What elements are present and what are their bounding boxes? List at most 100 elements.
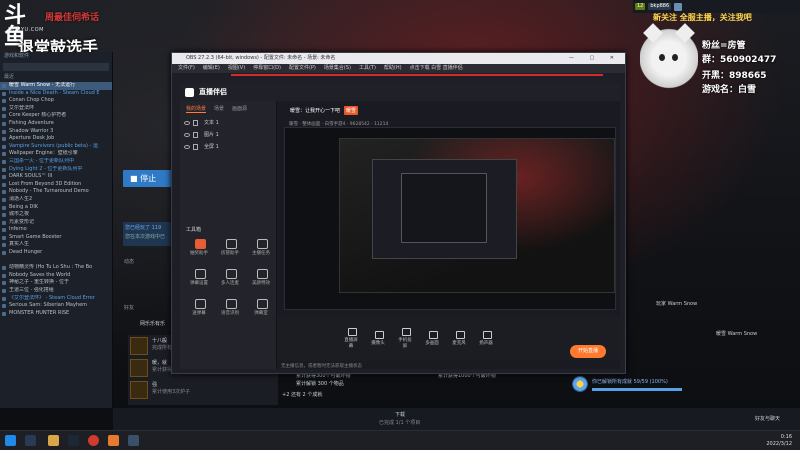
- banner-text: 周最佳伺希话: [45, 13, 100, 23]
- friends-chat-button[interactable]: 好友与聊天: [755, 415, 780, 422]
- right-list-2[interactable]: 暖雪 Warm Snow: [716, 330, 757, 337]
- tool-button[interactable]: 抽奖助手: [184, 236, 214, 262]
- game-icon: [2, 311, 6, 316]
- tool-button[interactable]: 美颜特效: [246, 266, 276, 292]
- steam-icon[interactable]: [68, 435, 79, 446]
- sidebar-game-item[interactable]: Lost From Beyond 3D Edition: [0, 181, 112, 189]
- achievement-progress-text: 你已解锁所有成就 59/59 (100%): [592, 379, 668, 385]
- friend-title[interactable]: 网乐乐有乐: [140, 320, 165, 327]
- sidebar-game-item[interactable]: 艾尔登法环: [0, 105, 112, 113]
- sidebar-game-item[interactable]: Shadow Warrior 3: [0, 128, 112, 136]
- user-name[interactable]: bkp886: [648, 3, 672, 10]
- sidebar-game-item[interactable]: 《艾尔登法环》 - Steam Cloud Error: [0, 295, 112, 303]
- scene-item[interactable]: 全屏 1: [180, 141, 276, 153]
- sidebar-game-item[interactable]: 真实人生: [0, 241, 112, 249]
- sidebar-game-item[interactable]: MONSTER HUNTER RISE: [0, 310, 112, 318]
- right-list-1[interactable]: 玩家 Warm Snow: [656, 300, 697, 307]
- sidebar-game-item[interactable]: Fishing Adventure: [0, 120, 112, 128]
- sidebar-game-item[interactable]: Wallpaper Engine：壁纸引擎: [0, 150, 112, 158]
- tool-button[interactable]: 主播任务: [246, 236, 276, 262]
- tab-my-scenes[interactable]: 我的场景: [186, 105, 207, 113]
- achievement-badge-icon: [572, 376, 588, 392]
- obs-icon[interactable]: [88, 435, 99, 446]
- sidebar-game-item[interactable]: 三国杀一火 - 位于更新队列中: [0, 158, 112, 166]
- file-explorer-icon[interactable]: [48, 435, 59, 446]
- source-button[interactable]: 摄像头: [370, 331, 386, 346]
- sidebar-game-item[interactable]: 王道三位 · 强化搭组: [0, 287, 112, 295]
- obs-menu-item[interactable]: 帮助(H): [384, 64, 402, 73]
- obs-menu-item[interactable]: 场景集合(S): [324, 64, 351, 73]
- sidebar-game-item[interactable]: 神秘之子 - 重生转换 - 位于: [0, 279, 112, 287]
- obs-menu-item[interactable]: 工具(T): [359, 64, 376, 73]
- tool-button[interactable]: 语音识别: [215, 296, 245, 322]
- source-button[interactable]: 手机投屏: [397, 328, 413, 349]
- sidebar-game-item[interactable]: Being a DIK: [0, 204, 112, 212]
- sidebar-game-item[interactable]: Nobody Saves the World: [0, 272, 112, 280]
- source-button[interactable]: 直播屏幕: [343, 328, 359, 349]
- companion-left-panel: 我的场景 场景 画面源 文本 1 图片 1 全屏 1 工具箱 抽奖助手 房管助手主…: [180, 101, 277, 369]
- sidebar-game-item[interactable]: Smart Game Booster: [0, 234, 112, 242]
- tab-sources[interactable]: 画面源: [232, 105, 247, 113]
- sidebar-game-item[interactable]: Aperture Desk Job: [0, 135, 112, 143]
- start-live-button[interactable]: 开始直播: [570, 345, 606, 358]
- overlay-line-3: 开黑：898665: [702, 71, 767, 81]
- brand-icon: [185, 87, 194, 97]
- source-toolbar: 直播屏幕 摄像头 手机投屏 多画面 麦克风 扬声器: [277, 316, 620, 361]
- tool-button[interactable]: 弹幕室: [246, 296, 276, 322]
- live-title[interactable]: 暖雪：让我开心一下吧 暖雪: [290, 106, 359, 115]
- sidebar-game-item[interactable]: Nobody - The Turnaround Demo: [0, 188, 112, 196]
- sidebar-game-item[interactable]: 暖雪 Warm Snow - 无法运行: [0, 82, 112, 90]
- obs-menu-item[interactable]: 配置文件(P): [289, 64, 316, 73]
- source-button[interactable]: 多画面: [424, 331, 440, 346]
- achievement-icon: [130, 337, 148, 355]
- sidebar-game-item[interactable]: Conan Chop Chop: [0, 97, 112, 105]
- sidebar-game-item[interactable]: 消逝人生2: [0, 196, 112, 204]
- app-icon[interactable]: [128, 435, 139, 446]
- companion-icon[interactable]: [108, 435, 119, 446]
- sidebar-game-item[interactable]: Inferno: [0, 226, 112, 234]
- scene-item[interactable]: 图片 1: [180, 129, 276, 141]
- sidebar-game-item[interactable]: 城市之夜: [0, 211, 112, 219]
- avatar[interactable]: [674, 2, 683, 11]
- overlay-line-1: 粉丝=房管: [702, 41, 746, 51]
- obs-menu-item[interactable]: 点击下载 白雪 直播伴侣: [410, 64, 463, 73]
- sidebar-game-item[interactable]: Dying Light 2 - 位于更新队列中: [0, 166, 112, 174]
- sidebar-game-item[interactable]: 元素变形记: [0, 219, 112, 227]
- sidebar-game-item[interactable]: Dead Hunger: [0, 249, 112, 257]
- obs-menu-item[interactable]: 编辑(E): [203, 64, 220, 73]
- tools-label: 工具箱: [186, 227, 202, 233]
- tool-button[interactable]: 多人连麦: [215, 266, 245, 292]
- sidebar-game-item[interactable]: Core Keeper 核心护符者: [0, 112, 112, 120]
- sidebar-game-item[interactable]: Inside a Nice Death - Steam Cloud E: [0, 90, 112, 98]
- game-list: 暖雪 Warm Snow - 无法运行 Inside a Nice Death -…: [0, 82, 112, 317]
- search-icon[interactable]: [25, 435, 36, 446]
- notification-badge[interactable]: 12: [635, 3, 646, 10]
- game-icon: [2, 266, 6, 271]
- tool-button[interactable]: 送弹幕: [184, 296, 214, 322]
- game-icon: [2, 289, 6, 294]
- friends-label: 好友: [124, 305, 135, 311]
- sidebar-game-item[interactable]: DARK SOULS™ III: [0, 173, 112, 181]
- sidebar-game-item[interactable]: Vampire Survivors (public beta) - 运: [0, 143, 112, 151]
- sidebar-game-item[interactable]: [0, 257, 112, 265]
- tool-button[interactable]: 弹幕设置: [184, 266, 214, 292]
- window-controls[interactable]: — ▢ ✕: [569, 53, 621, 64]
- source-button[interactable]: 扬声器: [478, 331, 494, 346]
- windows-start-icon[interactable]: [5, 435, 16, 446]
- sidebar-game-item[interactable]: 动物精灵传 (Ho Tu Lo Shu : The Bo: [0, 264, 112, 272]
- obs-menu-item[interactable]: 停靠窗口(D): [253, 64, 281, 73]
- system-clock[interactable]: 0:16 2022/3/12: [766, 434, 792, 448]
- obs-menu-item[interactable]: 视图(V): [228, 64, 245, 73]
- download-label[interactable]: 下载: [395, 411, 405, 418]
- tab-scenes[interactable]: 场景: [214, 105, 224, 113]
- scene-item[interactable]: 文本 1: [180, 117, 276, 129]
- library-search[interactable]: [3, 63, 109, 71]
- obs-menu-item[interactable]: 文件(F): [178, 64, 195, 73]
- source-button[interactable]: 麦克风: [451, 331, 467, 346]
- status-text: 无主播信息，或者暂时无法获取主播状态: [281, 364, 362, 369]
- stop-button[interactable]: ■ 停止: [123, 170, 178, 187]
- tool-button[interactable]: 房管助手: [215, 236, 245, 262]
- sidebar-game-item[interactable]: Serious Sam: Siberian Mayhem: [0, 302, 112, 310]
- achievement-more[interactable]: +2 还有 2 个成就: [282, 391, 322, 398]
- game-icon: [2, 91, 6, 96]
